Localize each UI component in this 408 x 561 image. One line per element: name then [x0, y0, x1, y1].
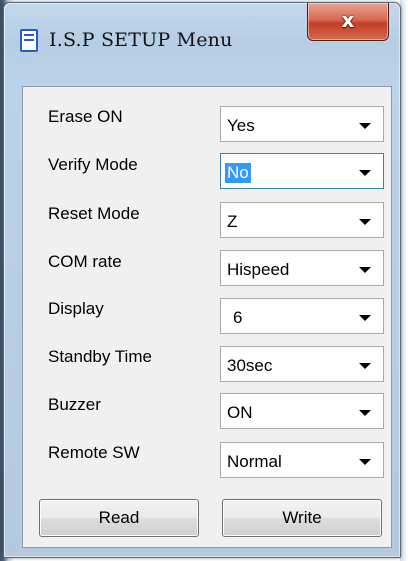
remote-sw-dropdown[interactable]: Normal [220, 442, 384, 478]
reset-mode-label: Reset Mode [48, 204, 140, 223]
chevron-down-icon [359, 363, 371, 369]
remote-sw-value: Normal [227, 452, 282, 471]
close-button[interactable]: x [307, 3, 389, 41]
app-icon-bar [24, 34, 34, 36]
standby-time-value: 30sec [227, 356, 273, 375]
window-title: I.S.P SETUP Menu [49, 29, 233, 51]
chevron-down-icon [359, 267, 371, 273]
verify-mode-dropdown[interactable]: No [220, 153, 384, 189]
app-icon-bar [24, 39, 34, 41]
erase-on-dropdown[interactable]: Yes [220, 106, 384, 142]
verify-mode-label: Verify Mode [48, 155, 138, 174]
buzzer-label: Buzzer [48, 395, 101, 414]
remote-sw-label: Remote SW [48, 443, 140, 462]
display-value: 6 [233, 308, 243, 327]
erase-on-value: Yes [227, 116, 255, 135]
app-window-icon[interactable] [20, 29, 38, 52]
chevron-down-icon [359, 315, 371, 321]
read-button[interactable]: Read [39, 499, 199, 537]
com-rate-label: COM rate [48, 252, 122, 271]
buzzer-value: ON [227, 403, 253, 422]
chevron-down-icon [359, 410, 371, 416]
reset-mode-dropdown[interactable]: Z [220, 202, 384, 238]
standby-time-dropdown[interactable]: 30sec [220, 346, 384, 382]
display-dropdown[interactable]: 6 [220, 298, 384, 334]
display-label: Display [48, 299, 104, 318]
com-rate-value: Hispeed [227, 260, 290, 279]
chevron-down-icon [359, 219, 371, 225]
isp-setup-window: I.S.P SETUP Menu x Erase ON Yes Verify M… [3, 2, 401, 558]
write-button[interactable]: Write [222, 499, 382, 537]
chevron-down-icon [359, 459, 371, 465]
com-rate-dropdown[interactable]: Hispeed [220, 250, 384, 286]
title-bar[interactable]: I.S.P SETUP Menu x [4, 3, 400, 83]
buzzer-dropdown[interactable]: ON [220, 393, 384, 429]
verify-mode-value: No [225, 163, 251, 183]
chevron-down-icon [359, 170, 371, 176]
settings-panel: Erase ON Yes Verify Mode No Reset Mode Z… [22, 86, 392, 548]
standby-time-label: Standby Time [48, 347, 152, 366]
reset-mode-value: Z [227, 212, 238, 231]
desktop-background [400, 0, 408, 561]
chevron-down-icon [359, 123, 371, 129]
close-x-icon: x [341, 8, 355, 32]
erase-on-label: Erase ON [48, 107, 123, 126]
